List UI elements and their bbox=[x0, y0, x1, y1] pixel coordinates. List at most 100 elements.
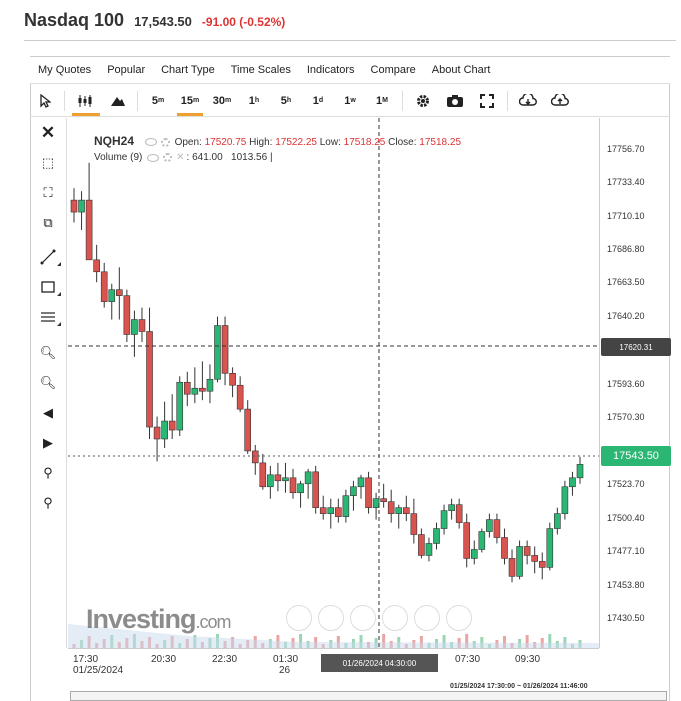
menu-popular[interactable]: Popular bbox=[99, 64, 153, 76]
zoom-in-button[interactable]: 🔍︎ bbox=[31, 342, 65, 364]
fibonacci-tool-button[interactable] bbox=[31, 306, 65, 328]
zoom-fit-button[interactable]: ⚲ bbox=[31, 462, 65, 484]
cursor-tool-button[interactable] bbox=[30, 85, 60, 117]
timeframe-1w-button[interactable]: 1w bbox=[334, 85, 366, 117]
expand-triangle-icon bbox=[57, 322, 61, 326]
fullscreen-button[interactable] bbox=[471, 85, 503, 117]
arrow-right-icon: ▶ bbox=[43, 435, 53, 450]
timeframe-1h-button[interactable]: 1h bbox=[238, 85, 270, 117]
candle-body bbox=[214, 325, 221, 380]
candle-body bbox=[531, 555, 538, 562]
candle-body bbox=[304, 471, 312, 485]
candle-body bbox=[335, 507, 342, 517]
menu-chart-type[interactable]: Chart Type bbox=[153, 64, 223, 76]
legend-symbol: NQH24 bbox=[94, 134, 135, 148]
candle-body bbox=[131, 319, 138, 335]
gear-icon[interactable] bbox=[160, 137, 170, 147]
trendline-tool-button[interactable] bbox=[31, 246, 65, 268]
candle-body bbox=[176, 381, 184, 431]
delete-all-button[interactable]: ⛶ bbox=[31, 182, 65, 204]
candle-body bbox=[312, 471, 319, 508]
chart-control-pan-right[interactable] bbox=[414, 605, 440, 631]
timeframe-5h-button[interactable]: 5h bbox=[270, 85, 302, 117]
candle-body bbox=[523, 546, 531, 556]
price-tick: 17640.20 bbox=[607, 311, 645, 321]
candle-body bbox=[100, 271, 108, 302]
price-tick: 17593.60 bbox=[607, 379, 645, 389]
time-tick: 09:30 bbox=[515, 654, 541, 665]
candle-body bbox=[448, 504, 455, 511]
expand-triangle-icon bbox=[57, 292, 61, 296]
clone-tool-button[interactable]: ⧉ bbox=[31, 212, 65, 234]
toolbar-separator bbox=[137, 90, 138, 111]
timeframe-1d-button[interactable]: 1d bbox=[302, 85, 334, 117]
candle-body bbox=[425, 543, 433, 556]
crosshair-time-label: 01/26/2024 04:30:00 bbox=[321, 654, 438, 672]
eye-icon[interactable] bbox=[147, 153, 160, 162]
timeframe-30m-button[interactable]: 30 m bbox=[206, 85, 238, 117]
select-tool-button[interactable]: ⬚ bbox=[31, 152, 65, 174]
navigator-scrollbar[interactable] bbox=[70, 691, 667, 701]
legend-open: 17520.75 bbox=[204, 137, 247, 148]
scroll-left-button[interactable]: ◀ bbox=[31, 402, 65, 424]
rectangle-tool-button[interactable] bbox=[31, 276, 65, 298]
menu-about-chart[interactable]: About Chart bbox=[424, 64, 499, 76]
time-tick: 07:30 bbox=[455, 654, 481, 665]
candle-body bbox=[123, 295, 131, 335]
price-tick: 17710.10 bbox=[607, 211, 645, 221]
chart-control-reset[interactable] bbox=[350, 605, 376, 631]
gear-icon[interactable] bbox=[163, 153, 173, 162]
timeframe-5m-button[interactable]: 5m bbox=[142, 85, 174, 117]
settings-button[interactable] bbox=[407, 85, 439, 117]
time-tick: 22:30 bbox=[212, 654, 238, 665]
zoom-in-icon: 🔍︎ bbox=[39, 345, 57, 360]
candle-body bbox=[85, 199, 93, 261]
candle-body bbox=[372, 498, 380, 508]
candle-body bbox=[229, 372, 236, 386]
fibonacci-icon bbox=[41, 312, 55, 322]
area-type-button[interactable] bbox=[103, 85, 133, 117]
candle-body bbox=[116, 289, 123, 296]
zoom-out-button[interactable]: 🔍︎ bbox=[31, 372, 65, 394]
menu-indicators[interactable]: Indicators bbox=[299, 64, 363, 76]
arrow-left-icon: ◀ bbox=[43, 405, 53, 420]
close-icon: ✕ bbox=[40, 123, 56, 142]
eye-icon[interactable] bbox=[144, 138, 157, 147]
cursor-icon bbox=[40, 93, 51, 108]
cloud-upload-icon bbox=[551, 93, 569, 106]
zoom-reset-button[interactable]: ⚲ bbox=[31, 492, 65, 514]
legend-high: 17522.25 bbox=[275, 137, 317, 148]
expand-triangle-icon bbox=[57, 262, 61, 266]
rectangle-icon bbox=[41, 281, 55, 293]
candle-body bbox=[138, 319, 146, 332]
download-button[interactable] bbox=[512, 85, 544, 117]
time-tick: 17:30 01/25/2024 bbox=[73, 654, 124, 676]
upload-button[interactable] bbox=[544, 85, 576, 117]
candle-body bbox=[455, 504, 463, 523]
chart-control-zoom-out[interactable] bbox=[318, 605, 344, 631]
cloud-download-icon bbox=[519, 93, 537, 106]
candle-body bbox=[433, 528, 440, 544]
timeframe-15m-button[interactable]: 15 m bbox=[174, 85, 206, 117]
visible-range-label: 01/25/2024 17:30:00 ~ 01/26/2024 11:46:0… bbox=[450, 683, 588, 690]
candlestick-type-button[interactable] bbox=[69, 85, 103, 117]
close-icon[interactable]: ✕ bbox=[176, 152, 184, 163]
chart-control-pan-left[interactable] bbox=[286, 605, 312, 631]
candle-body bbox=[108, 289, 116, 302]
screenshot-button[interactable] bbox=[439, 85, 471, 117]
menu-time-scales[interactable]: Time Scales bbox=[223, 64, 299, 76]
drawing-tools-panel: ✕ ⬚ ⛶ ⧉ 🔍︎ 🔍︎ ◀ ▶ ⚲ ⚲ bbox=[31, 118, 67, 648]
chart-control-extra[interactable] bbox=[446, 605, 472, 631]
chart-control-zoom-in[interactable] bbox=[382, 605, 408, 631]
scroll-right-button[interactable]: ▶ bbox=[31, 432, 65, 454]
candle-body bbox=[183, 381, 191, 395]
last-price: 17,543.50 bbox=[134, 14, 192, 29]
volume-label: Volume (9) bbox=[94, 152, 143, 164]
remove-drawings-button[interactable]: ✕ bbox=[31, 122, 65, 144]
timeframe-1M-button[interactable]: 1M bbox=[366, 85, 398, 117]
mountain-icon bbox=[111, 96, 125, 106]
menu-my-quotes[interactable]: My Quotes bbox=[30, 64, 99, 76]
price-tick: 17523.70 bbox=[607, 479, 645, 489]
price-chart[interactable] bbox=[68, 118, 599, 648]
menu-compare[interactable]: Compare bbox=[363, 64, 424, 76]
